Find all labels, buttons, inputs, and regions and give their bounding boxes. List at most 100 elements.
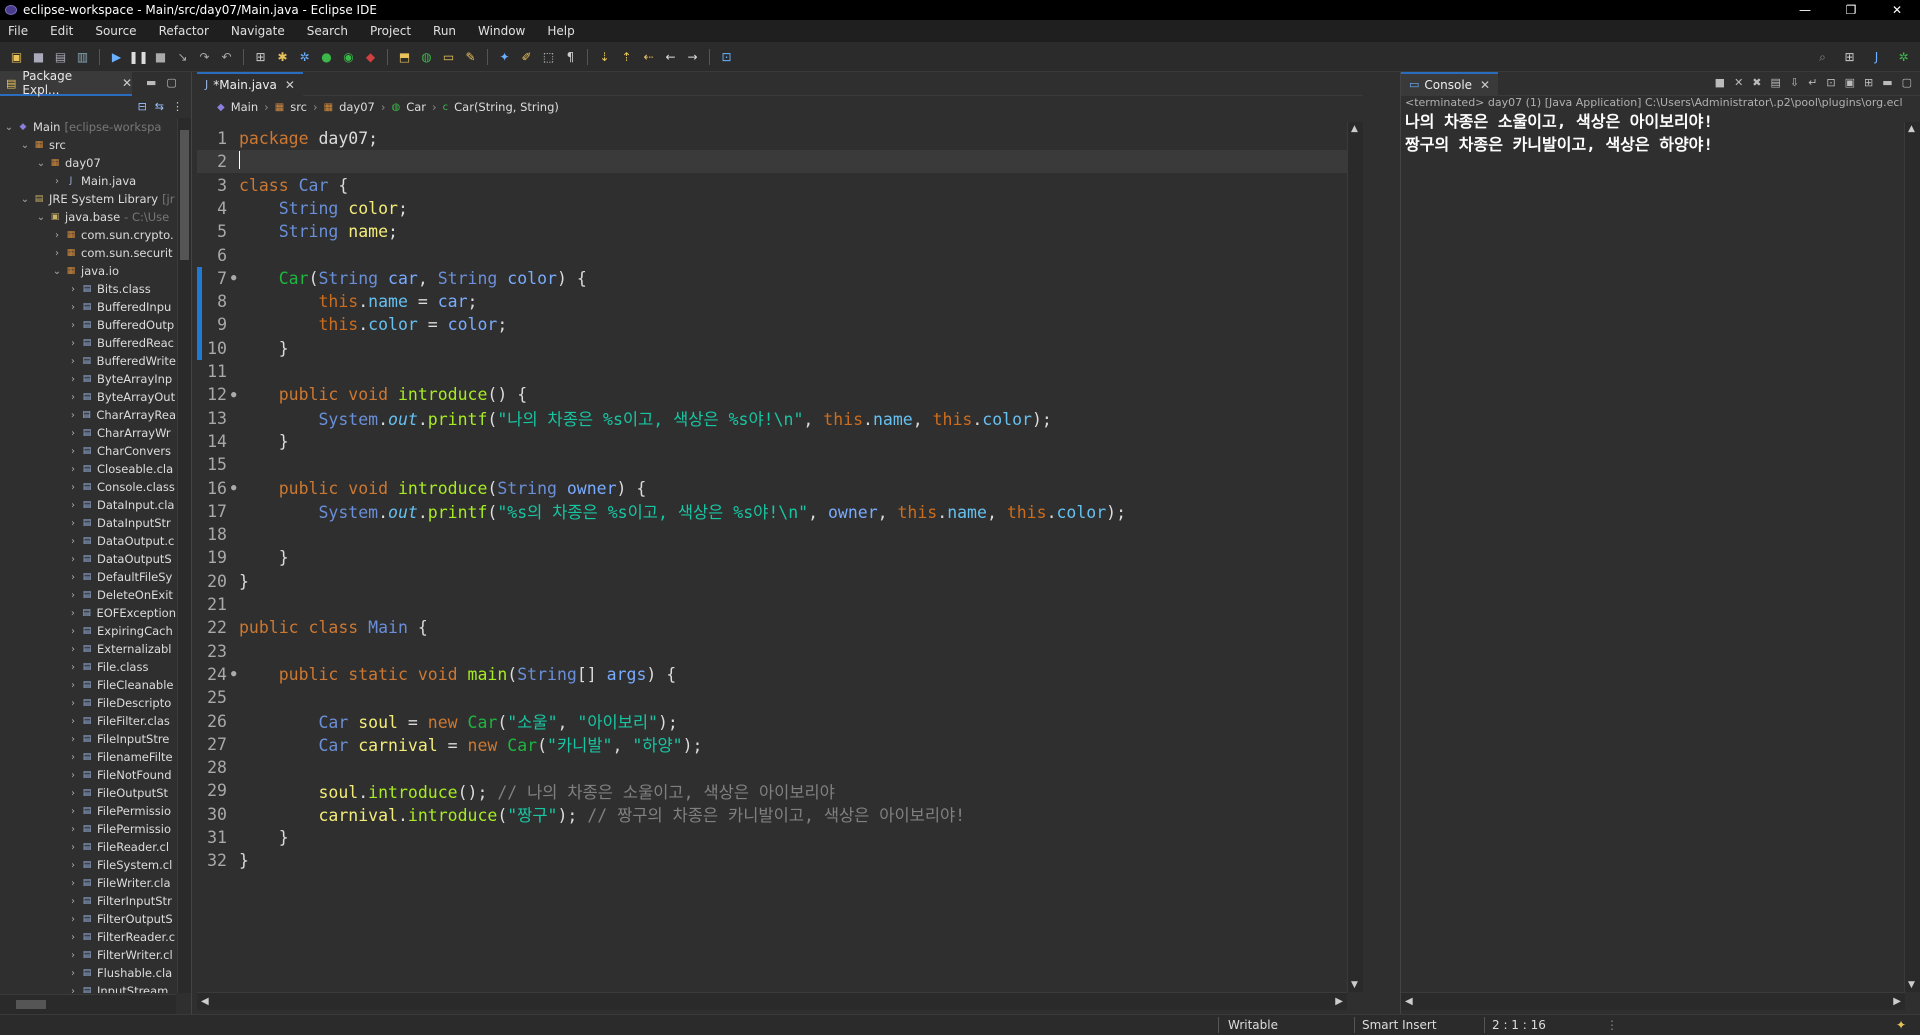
tree-item[interactable]: › ▤ BufferedWrite — [0, 352, 176, 370]
tree-item[interactable]: › ▤ InputStream. — [0, 982, 176, 993]
code-line[interactable]: 9 this.color = color; — [197, 313, 1347, 337]
tree-item[interactable]: › ▤ FilterReader.c — [0, 928, 176, 946]
scroll-left-icon[interactable]: ◀ — [201, 996, 209, 1007]
code-line[interactable]: 7 ● Car(String car, String color) { — [197, 266, 1347, 291]
coverage-icon[interactable]: ◉ — [340, 48, 357, 65]
tree-item[interactable]: › ▤ FilterInputStr — [0, 892, 176, 910]
insert-mode-status[interactable]: Smart Insert — [1362, 1018, 1437, 1032]
pin-console-icon[interactable]: ⊡ — [1826, 76, 1835, 89]
toggle-mark-icon[interactable]: ✦ — [496, 48, 513, 65]
chevron-right-icon[interactable]: › — [68, 464, 78, 475]
scroll-right-icon[interactable]: ▶ — [1893, 996, 1901, 1007]
chevron-right-icon[interactable]: › — [68, 842, 78, 853]
menu-run[interactable]: Run — [433, 24, 456, 38]
chevron-right-icon[interactable]: › — [68, 446, 78, 457]
tree-item[interactable]: › ▤ Flushable.cla — [0, 964, 176, 982]
fold-marker-icon[interactable]: ● — [231, 483, 239, 493]
console-vertical-scrollbar[interactable]: ▲ ▼ — [1904, 122, 1920, 992]
close-icon[interactable]: ✕ — [1480, 78, 1490, 92]
remove-launch-icon[interactable]: ✕ — [1734, 76, 1743, 89]
chevron-right-icon[interactable]: › — [68, 302, 78, 313]
terminate-icon[interactable]: ■ — [1715, 76, 1725, 89]
code-line[interactable]: 10 } — [197, 336, 1347, 360]
code-editor[interactable]: 1 package day07; 2 3 class Car {4 String col… — [197, 122, 1347, 992]
chevron-right-icon[interactable]: › — [52, 176, 62, 187]
menu-source[interactable]: Source — [95, 24, 136, 38]
close-icon[interactable]: ✕ — [285, 78, 295, 92]
tree-item[interactable]: › ▤ Closeable.cla — [0, 460, 176, 478]
breadcrumb-item[interactable]: Car(String, String) — [454, 100, 559, 114]
tree-item[interactable]: › ▤ Externalizabl — [0, 640, 176, 658]
run-icon[interactable]: ● — [318, 48, 335, 65]
tab-package-explorer[interactable]: ▤ Package Expl... ✕ — [0, 69, 132, 97]
chevron-right-icon[interactable]: › — [68, 500, 78, 511]
java-perspective-icon[interactable]: J — [1868, 48, 1885, 65]
code-line[interactable]: 15 — [197, 453, 1347, 476]
chevron-right-icon[interactable]: › — [68, 788, 78, 799]
view-menu-icon[interactable]: ⋮ — [172, 100, 183, 113]
code-line[interactable]: 13 System.out.printf("나의 차종은 %s이고, 색상은 %… — [197, 407, 1347, 430]
maximize-view-icon[interactable]: ▢ — [1902, 76, 1912, 89]
resume-icon[interactable]: ▶ — [108, 48, 125, 65]
chevron-right-icon[interactable]: › — [52, 248, 62, 259]
new-package-icon[interactable]: ⬒ — [396, 48, 413, 65]
code-line[interactable]: 26 Car soul = new Car("소울", "아이보리"); — [197, 710, 1347, 733]
scroll-lock-icon[interactable]: ⇩ — [1790, 76, 1799, 89]
chevron-right-icon[interactable]: › — [68, 320, 78, 331]
console-output[interactable]: 나의 차종은 소울이고, 색상은 아이보리야! 짱구의 차종은 카니발이고, 색상… — [1401, 110, 1920, 156]
tree-item[interactable]: › ▤ FilterWriter.cl — [0, 946, 176, 964]
tree-item[interactable]: › ▤ FilenameFilte — [0, 748, 176, 766]
code-line[interactable]: 11 — [197, 360, 1347, 383]
code-line[interactable]: 24 ● public static void main(String[] arg… — [197, 663, 1347, 686]
chevron-right-icon[interactable]: › — [68, 392, 78, 403]
chevron-right-icon[interactable]: › — [68, 914, 78, 925]
tree-item[interactable]: › ▤ FileDescripto — [0, 694, 176, 712]
close-button[interactable]: ✕ — [1874, 0, 1920, 20]
debug-icon[interactable]: ✲ — [296, 48, 313, 65]
code-line[interactable]: 3 class Car { — [197, 174, 1347, 197]
chevron-right-icon[interactable]: › — [68, 626, 78, 637]
editor-horizontal-scrollbar[interactable]: ◀ ▶ — [197, 992, 1347, 1010]
tree-vertical-scrollbar[interactable] — [177, 118, 191, 993]
minimize-view-icon[interactable]: ▬ — [146, 76, 156, 89]
code-line[interactable]: 12 ● public void introduce() { — [197, 383, 1347, 406]
tree-item[interactable]: › ▤ FileNotFound — [0, 766, 176, 784]
block-selection-icon[interactable]: ⬚ — [540, 48, 557, 65]
editor-vertical-scrollbar[interactable]: ▲ ▼ — [1347, 122, 1363, 992]
chevron-right-icon[interactable]: › — [68, 536, 78, 547]
tree-item[interactable]: › ▤ CharConvers — [0, 442, 176, 460]
collapse-all-icon[interactable]: ⊟ — [138, 100, 147, 113]
link-editor-icon[interactable]: ⇆ — [155, 100, 164, 113]
code-line[interactable]: 16 ● public void introduce(String owner) … — [197, 477, 1347, 500]
fold-marker-icon[interactable]: ● — [231, 669, 239, 679]
tree-item[interactable]: › ▤ CharArrayRea — [0, 406, 176, 424]
tree-horizontal-scrollbar[interactable] — [0, 994, 176, 1014]
chevron-right-icon[interactable]: › — [68, 698, 78, 709]
fold-marker-icon[interactable]: ● — [231, 273, 239, 283]
tree-item[interactable]: ⌄ ▤ JRE System Library [jr — [0, 190, 176, 208]
new-class-icon[interactable]: ◍ — [418, 48, 435, 65]
chevron-right-icon[interactable]: › — [68, 950, 78, 961]
chevron-right-icon[interactable]: › — [68, 860, 78, 871]
new-icon[interactable]: ▣ — [8, 48, 25, 65]
code-line[interactable]: 31 } — [197, 826, 1347, 849]
tree-item[interactable]: › ▤ FileInputStre — [0, 730, 176, 748]
breadcrumb-item[interactable]: src — [290, 100, 307, 114]
search-tool-icon[interactable]: ✎ — [462, 48, 479, 65]
tree-item[interactable]: › ▤ Console.class — [0, 478, 176, 496]
word-wrap-icon[interactable]: ↵ — [1808, 76, 1817, 89]
tree-item[interactable]: › ▤ ByteArrayInp — [0, 370, 176, 388]
clear-console-icon[interactable]: ▤ — [1771, 76, 1781, 89]
open-type-icon[interactable]: ⊞ — [252, 48, 269, 65]
chevron-right-icon[interactable]: › — [68, 644, 78, 655]
chevron-right-icon[interactable]: › — [68, 716, 78, 727]
chevron-right-icon[interactable]: › — [68, 572, 78, 583]
chevron-right-icon[interactable]: › — [68, 986, 78, 994]
code-line[interactable]: 4 String color; — [197, 197, 1347, 220]
tree-item[interactable]: › ▤ FileSystem.cl — [0, 856, 176, 874]
chevron-right-icon[interactable]: › — [52, 230, 62, 241]
tree-item[interactable]: › ▤ FilePermissio — [0, 802, 176, 820]
pin-editor-icon[interactable]: ⊡ — [718, 48, 735, 65]
status-more-icon[interactable]: ⋮ — [1606, 1018, 1618, 1032]
tree-item[interactable]: › ▤ ExpiringCach — [0, 622, 176, 640]
